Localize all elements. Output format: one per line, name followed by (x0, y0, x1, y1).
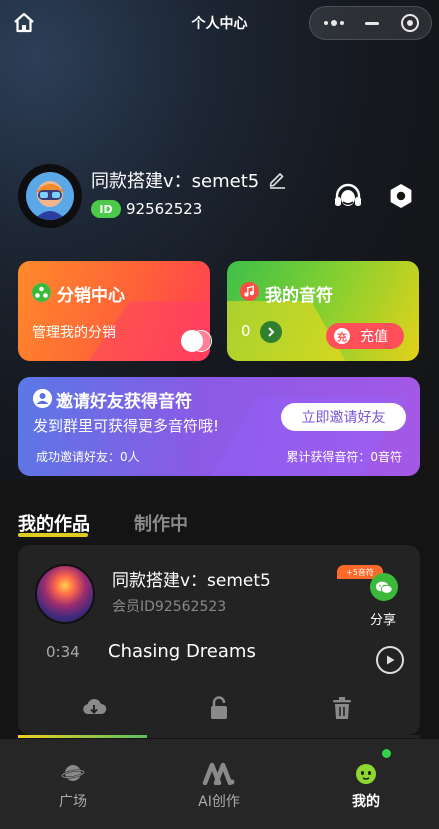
download-cloud-icon[interactable] (81, 695, 107, 721)
share-label[interactable]: 分享 (370, 609, 396, 628)
tab-mine[interactable]: 我的 (293, 739, 439, 829)
ai-create-icon (202, 762, 235, 785)
edit-icon[interactable] (267, 169, 287, 189)
tab-plaza-label: 广场 (59, 794, 87, 810)
invited-count: 成功邀请好友：0人 (36, 450, 140, 464)
avatar-image (26, 172, 74, 220)
invite-friends-button[interactable]: 立即邀请好友 (281, 403, 406, 431)
invite-friends-card: 邀请好友获得音符 发到群里可获得更多音符哦! 立即邀请好友 成功邀请好友：0人 … (18, 377, 420, 476)
mini-program-capsule (309, 6, 432, 40)
minimize-button[interactable] (352, 7, 392, 39)
recharge-icon: 充 (334, 328, 350, 344)
my-notes-card[interactable]: 我的音符 0 充 充值 (227, 261, 419, 361)
more-button[interactable] (314, 7, 354, 39)
planet-icon (61, 765, 85, 781)
song-cover (35, 564, 95, 624)
minimize-icon (365, 21, 379, 25)
chevron-right-icon[interactable] (260, 321, 282, 343)
work-item[interactable]: 同款搭建v：semet5 会员ID92562523 +5音符 分享 0:34 C… (18, 545, 420, 735)
distribution-subtitle: 管理我的分销 (32, 325, 116, 341)
trash-icon[interactable] (329, 695, 355, 721)
play-button[interactable] (376, 646, 404, 674)
user-id: 92562523 (126, 200, 203, 218)
invite-icon (33, 389, 52, 408)
tab-plaza[interactable]: 广场 (0, 739, 146, 829)
recharge-button[interactable]: 充 充值 (326, 323, 404, 349)
invite-subtitle: 发到群里可获得更多音符哦! (33, 417, 220, 435)
distribution-title: 分销中心 (57, 286, 125, 306)
invite-title: 邀请好友获得音符 (56, 392, 192, 412)
nav-bar: 个人中心 (0, 0, 439, 46)
customer-service-icon[interactable] (332, 182, 364, 212)
id-badge: ID (91, 200, 121, 218)
notification-dot (382, 749, 391, 758)
earned-notes: 累计获得音符：0音符 (286, 450, 402, 464)
mascot-face-icon (356, 764, 376, 784)
close-circle-icon (401, 14, 419, 32)
avatar[interactable] (18, 164, 82, 228)
lock-icon[interactable] (206, 695, 232, 721)
music-note-icon (240, 282, 259, 301)
username: 同款搭建v：semet5 (91, 171, 260, 192)
distribution-icon (32, 283, 51, 302)
wechat-share-icon[interactable] (370, 573, 398, 601)
song-duration: 0:34 (46, 643, 80, 661)
settings-icon[interactable] (388, 183, 414, 209)
playback-progress (18, 735, 420, 738)
notes-balance: 0 (241, 322, 251, 340)
card-decoration-icon (181, 330, 212, 356)
close-button[interactable] (390, 7, 430, 39)
tab-ai-create-label: AI创作 (198, 794, 240, 810)
member-id: 会员ID92562523 (112, 599, 227, 615)
work-author: 同款搭建v：semet5 (112, 571, 271, 591)
tab-indicator (18, 533, 88, 537)
tab-in-production[interactable]: 制作中 (134, 510, 188, 536)
play-icon (387, 655, 395, 665)
tab-ai-create[interactable]: AI创作 (146, 739, 292, 829)
more-dots-icon (324, 20, 344, 26)
tab-mine-label: 我的 (352, 794, 380, 810)
my-notes-title: 我的音符 (265, 286, 333, 306)
bottom-tab-bar: 广场 AI创作 我的 (0, 739, 439, 829)
recharge-label: 充值 (360, 329, 388, 345)
playback-progress-fill (18, 735, 147, 738)
song-title: Chasing Dreams (108, 641, 256, 662)
